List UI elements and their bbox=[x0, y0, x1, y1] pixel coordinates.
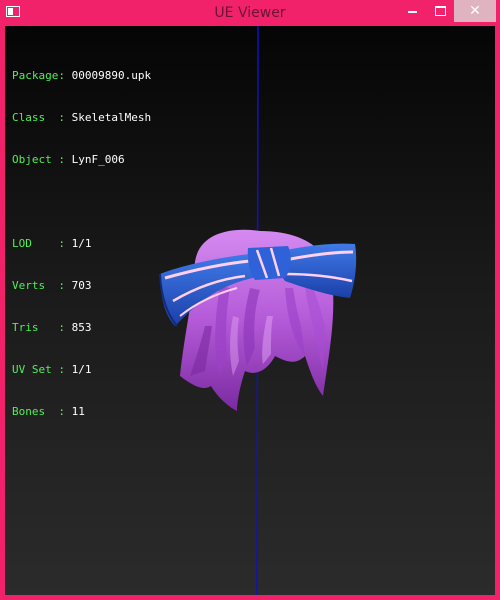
maximize-icon bbox=[434, 6, 446, 16]
mesh-info-panel: Package: 00009890.upk Class : SkeletalMe… bbox=[12, 41, 151, 447]
info-row-class: Class : SkeletalMesh bbox=[12, 111, 152, 124]
app-window: UE Viewer ✕ Package: 00009890.upk Class … bbox=[0, 0, 500, 600]
3d-viewport[interactable]: Package: 00009890.upk Class : SkeletalMe… bbox=[5, 26, 495, 595]
minimize-button[interactable] bbox=[398, 0, 426, 22]
minimize-icon bbox=[407, 11, 417, 13]
close-button[interactable]: ✕ bbox=[454, 0, 496, 22]
info-row-lod: LOD : 1/1 bbox=[12, 237, 92, 250]
title-bar[interactable]: UE Viewer ✕ bbox=[0, 0, 500, 26]
info-row-package: Package: 00009890.upk bbox=[12, 69, 152, 82]
maximize-button[interactable] bbox=[426, 0, 454, 22]
close-icon: ✕ bbox=[469, 3, 481, 19]
info-row-object: Object : LynF_006 bbox=[12, 153, 125, 166]
info-row-verts: Verts : 703 bbox=[12, 279, 92, 292]
info-row-tris: Tris : 853 bbox=[12, 321, 92, 334]
info-row-uvset: UV Set : 1/1 bbox=[12, 363, 92, 376]
info-row-bones: Bones : 11 bbox=[12, 405, 85, 418]
